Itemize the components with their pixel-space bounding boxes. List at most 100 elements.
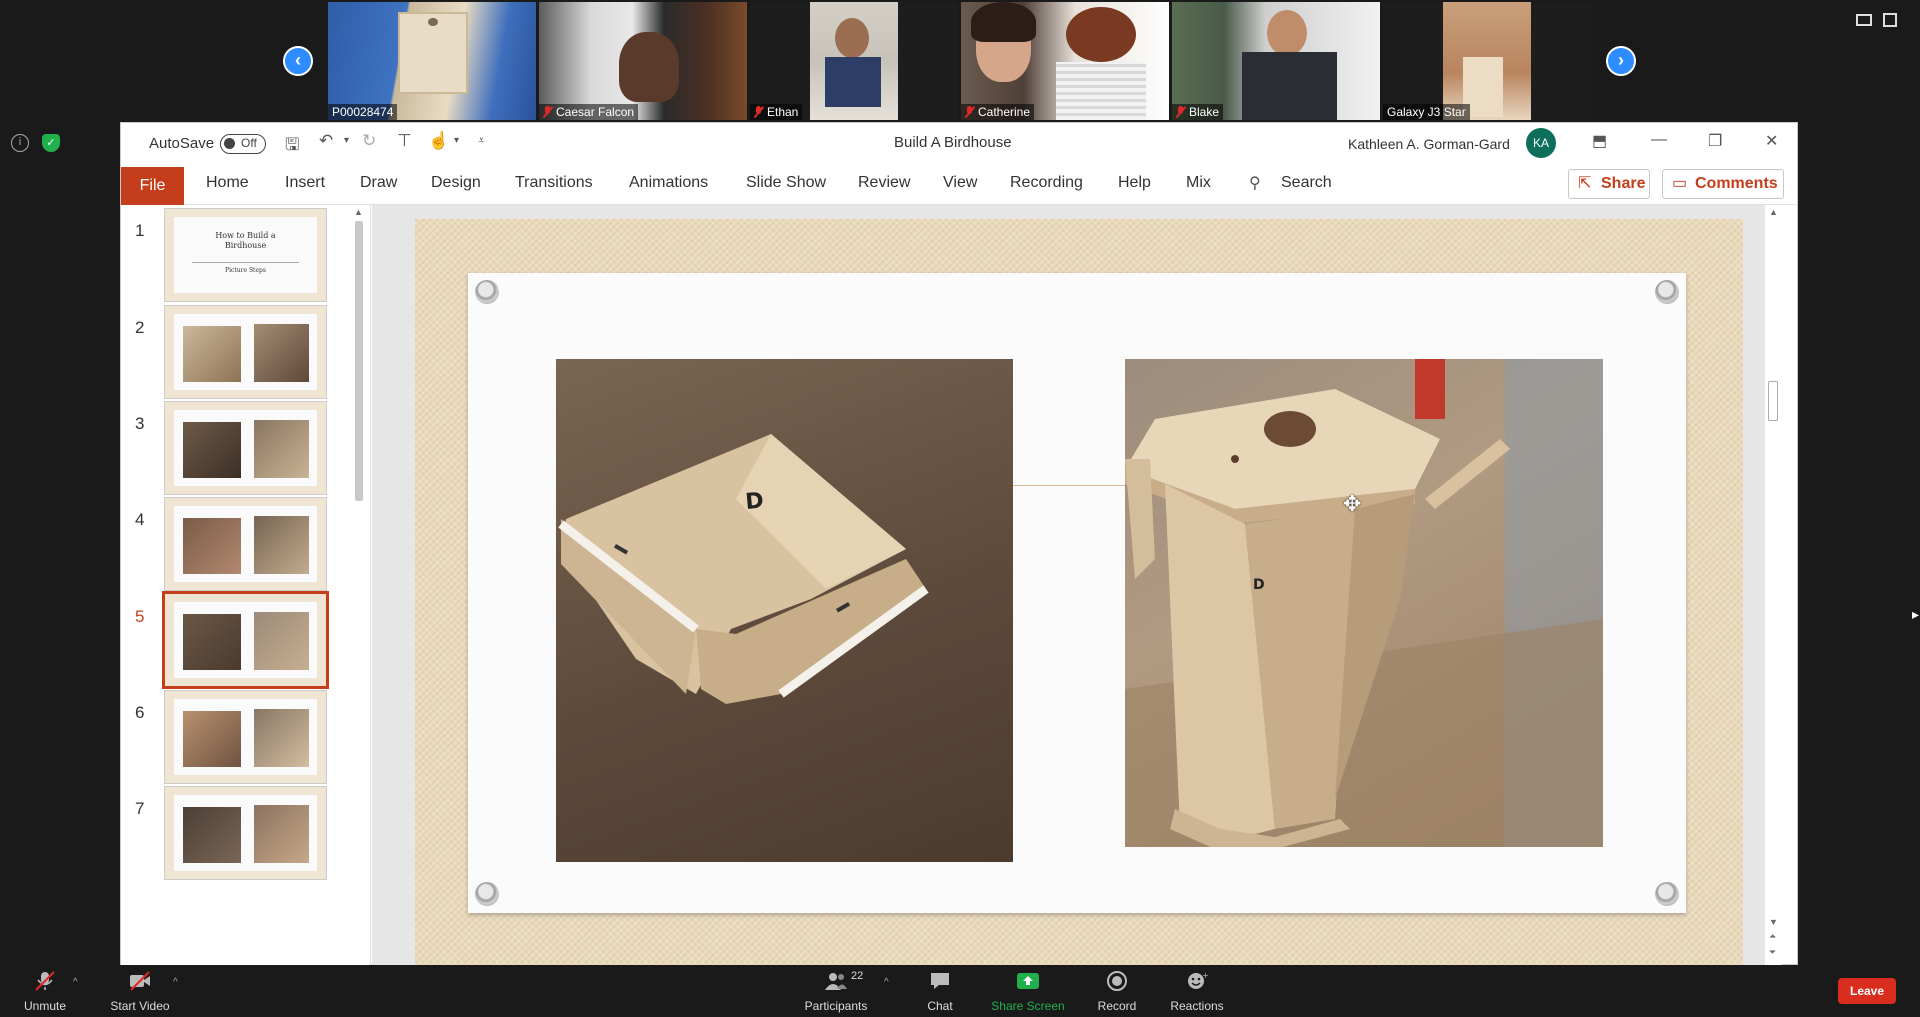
participant-name: Ethan — [750, 104, 803, 120]
participants-icon — [825, 973, 847, 990]
zoom-meeting-toolbar: Unmute ^ Start Video ^ 22 Participants ^… — [0, 965, 1920, 1017]
photo-birdhouse-roof[interactable]: D — [556, 359, 1013, 862]
scroll-down-icon[interactable]: ▼ — [1769, 917, 1778, 927]
undo-icon[interactable]: ↶ — [319, 131, 333, 151]
participant-tile[interactable]: Blake — [1172, 2, 1380, 120]
participants-button[interactable]: 22 Participants — [796, 965, 876, 1017]
slide-thumbnail[interactable] — [164, 497, 327, 591]
unmute-button[interactable]: Unmute — [14, 965, 76, 1017]
touch-mode-icon[interactable]: ☝ — [428, 131, 449, 151]
slide-number: 4 — [135, 510, 145, 529]
search-icon[interactable]: ⚲ — [1249, 173, 1261, 193]
share-button[interactable]: ⇱ Share — [1568, 169, 1650, 199]
participant-name: P00028474 — [328, 104, 398, 120]
security-shield-icon[interactable]: ✓ — [42, 134, 60, 152]
video-options-caret-icon[interactable]: ^ — [173, 977, 178, 988]
thumbnail-scrollbar[interactable]: ▲ — [351, 205, 367, 966]
audio-options-caret-icon[interactable]: ^ — [73, 977, 78, 988]
muted-mic-icon — [965, 106, 974, 118]
tab-help[interactable]: Help — [1118, 174, 1151, 192]
muted-mic-icon — [35, 971, 55, 991]
reactions-button[interactable]: + Reactions — [1166, 965, 1228, 1017]
fullscreen-icon[interactable] — [1883, 13, 1897, 27]
start-video-button[interactable]: Start Video — [104, 965, 176, 1017]
participant-tile[interactable]: Catherine — [961, 2, 1169, 120]
present-icon[interactable]: ⊤ — [397, 131, 412, 151]
tab-design[interactable]: Design — [431, 174, 481, 192]
redo-icon[interactable]: ↻ — [362, 131, 376, 151]
slide-number: 1 — [135, 221, 145, 240]
slide-scrollbar[interactable]: ▲ ▼ ⏶ ⏷ — [1765, 205, 1782, 966]
slide-thumbnail[interactable]: How to Build a Birdhouse Picture Steps — [164, 208, 327, 302]
participant-tile[interactable]: P00028474 — [328, 2, 536, 120]
tab-transitions[interactable]: Transitions — [515, 174, 593, 192]
participants-caret-icon[interactable]: ^ — [884, 977, 889, 988]
autosave-toggle[interactable]: Off — [220, 134, 266, 154]
ribbon: File Home Insert Draw Design Transitions… — [121, 163, 1797, 205]
chat-icon — [931, 973, 949, 989]
tab-file[interactable]: File — [121, 167, 184, 205]
tab-draw[interactable]: Draw — [360, 174, 397, 192]
minimize-icon[interactable]: — — [1651, 131, 1667, 149]
close-icon[interactable]: ✕ — [1765, 131, 1778, 151]
share-screen-button[interactable]: Share Screen — [988, 965, 1068, 1017]
reactions-icon: + — [1188, 971, 1209, 989]
restore-icon[interactable]: ❐ — [1708, 131, 1722, 151]
share-icon: ⇱ — [1578, 175, 1592, 192]
comment-icon: ▭ — [1672, 175, 1688, 192]
tab-animations[interactable]: Animations — [629, 174, 708, 192]
meeting-info-icon[interactable]: i — [11, 134, 29, 152]
move-cursor-icon: ✥ — [1343, 491, 1362, 516]
slide-thumbnail-pane: 1 How to Build a Birdhouse Picture Steps… — [121, 205, 371, 966]
tab-recording[interactable]: Recording — [1010, 174, 1083, 192]
participant-name: Blake — [1172, 104, 1224, 120]
customize-toolbar-icon[interactable]: ⩡ — [478, 133, 485, 148]
comments-button[interactable]: ▭ Comments — [1662, 169, 1784, 199]
save-icon[interactable]: 🖫 — [285, 132, 299, 161]
next-page-arrow-icon[interactable]: › — [1606, 46, 1636, 76]
pin-icon — [1655, 882, 1679, 906]
scrollbar-thumb[interactable] — [355, 221, 363, 501]
participant-tile[interactable]: Caesar Falcon — [539, 2, 747, 120]
video-off-icon — [130, 971, 150, 991]
tab-home[interactable]: Home — [206, 174, 249, 192]
search-label[interactable]: Search — [1281, 174, 1332, 192]
photo-birdhouse-assembled[interactable]: D ✥ — [1125, 359, 1603, 847]
pin-icon — [1655, 280, 1679, 304]
video-strip: ‹ P00028474 Caesar Falcon Ethan Catherin… — [0, 0, 1920, 122]
previous-slide-icon[interactable]: ⏶ — [1769, 931, 1776, 942]
share-screen-icon — [1017, 973, 1039, 989]
user-avatar[interactable]: KA — [1526, 128, 1556, 158]
ribbon-display-icon[interactable]: ⬒ — [1592, 131, 1607, 151]
slide-number: 7 — [135, 799, 145, 818]
powerpoint-window: AutoSave Off 🖫 ↶ ▾ ↻ ⊤ ☝ ▾ ⩡ Build A Bir… — [120, 122, 1798, 966]
undo-dropdown-icon[interactable]: ▾ — [344, 135, 349, 146]
autosave-label: AutoSave — [149, 135, 215, 152]
scrollbar-thumb[interactable] — [1768, 381, 1778, 421]
slide-number-selected: 5 — [135, 607, 145, 626]
tab-review[interactable]: Review — [858, 174, 910, 192]
participant-tile[interactable]: Ethan — [750, 2, 958, 120]
participant-name: Catherine — [961, 104, 1035, 120]
previous-page-arrow-icon[interactable]: ‹ — [283, 46, 313, 76]
chat-button[interactable]: Chat — [915, 965, 965, 1017]
participant-tile[interactable]: Galaxy J3 Star — [1383, 2, 1591, 120]
leave-button[interactable]: Leave — [1838, 978, 1896, 1004]
tab-mix[interactable]: Mix — [1186, 174, 1211, 192]
slide-thumbnail[interactable] — [164, 786, 327, 880]
tab-view[interactable]: View — [943, 174, 977, 192]
slide-board: D D ✥ — [468, 273, 1686, 913]
slide-thumbnail-selected[interactable] — [162, 591, 329, 689]
current-slide[interactable]: D D ✥ — [415, 219, 1743, 966]
slide-thumbnail[interactable] — [164, 690, 327, 784]
slide-thumbnail[interactable] — [164, 401, 327, 495]
tab-slide-show[interactable]: Slide Show — [746, 174, 826, 192]
tab-insert[interactable]: Insert — [285, 174, 325, 192]
participants-count: 22 — [851, 970, 864, 982]
record-button[interactable]: Record — [1092, 965, 1142, 1017]
next-slide-icon[interactable]: ⏷ — [1769, 947, 1776, 958]
connector-line — [1013, 485, 1125, 486]
slide-thumbnail[interactable] — [164, 305, 327, 399]
view-layout-icon[interactable] — [1856, 14, 1872, 26]
touch-dropdown-icon[interactable]: ▾ — [454, 135, 459, 146]
